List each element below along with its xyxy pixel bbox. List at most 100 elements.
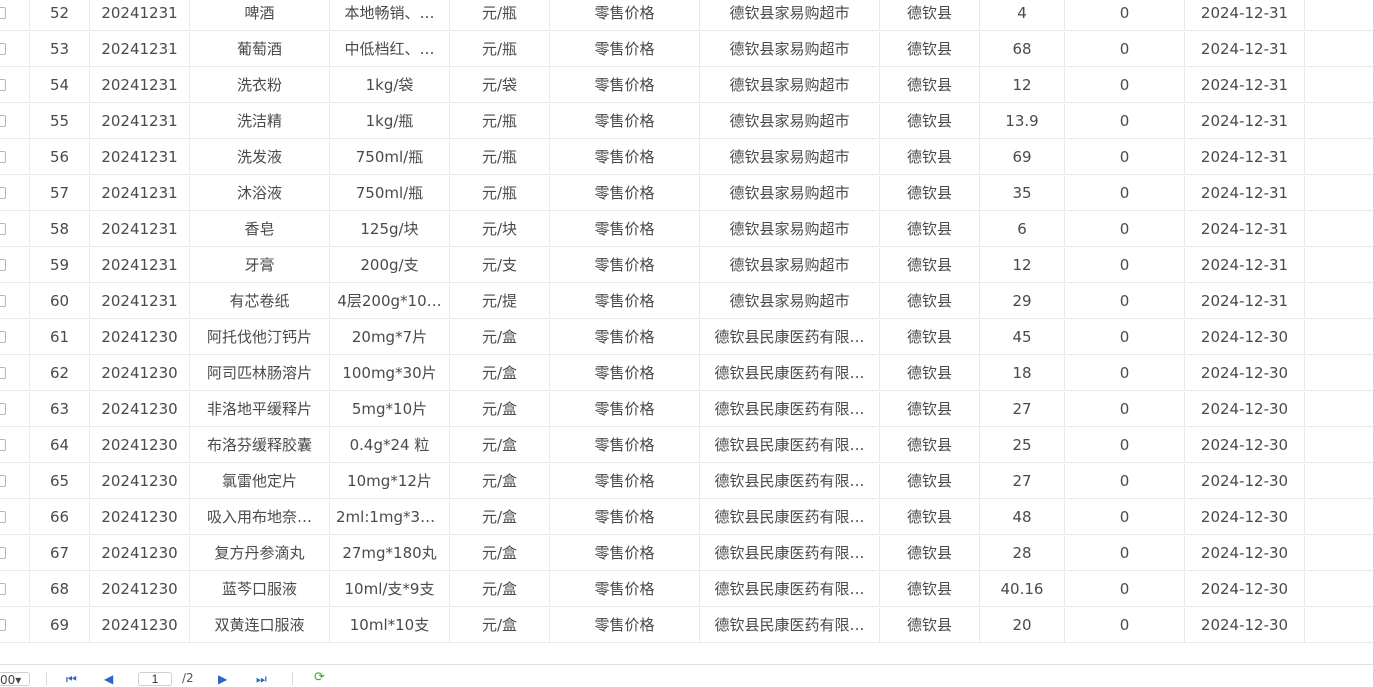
cell-no: 56 xyxy=(30,140,90,175)
table-row[interactable]: 60 20241231 有芯卷纸 4层200g*10… 元/提 零售价格 德钦县家易购超市德… xyxy=(0,284,1373,319)
row-checkbox[interactable] xyxy=(0,331,6,343)
table-row[interactable]: 65 20241230 氯雷他定片 10mg*12片 元/盒 零售价格 德钦县民康医药有限…… xyxy=(0,464,1373,499)
table-row[interactable]: 54 20241231 洗衣粉 1kg/袋 元/袋 零售价格 德钦县家易购超市 德钦县 12 0 2… xyxy=(0,68,1373,103)
cell-date: 20241230 xyxy=(90,536,190,571)
row-checkbox[interactable] xyxy=(0,223,6,235)
cell-price: 40.16 xyxy=(980,572,1065,607)
cell-no: 66 xyxy=(30,500,90,535)
row-select-cell xyxy=(0,68,30,103)
row-checkbox[interactable] xyxy=(0,583,6,595)
cell-type: 零售价格 xyxy=(550,0,700,31)
table-row[interactable]: 66 20241230 吸入用布地奈… 2ml:1mg*30… 元/盒 零售价格 德钦县民康… xyxy=(0,500,1373,535)
row-checkbox[interactable] xyxy=(0,79,6,91)
table-row[interactable]: 56 20241231 洗发液 750ml/瓶 元/瓶 零售价格 德钦县家易购超市 德钦县 69… xyxy=(0,140,1373,175)
row-select-cell xyxy=(0,0,30,31)
cell-date: 20241231 xyxy=(90,248,190,283)
row-checkbox[interactable] xyxy=(0,295,6,307)
table-row[interactable]: 57 20241231 沐浴液 750ml/瓶 元/瓶 零售价格 德钦县家易购超市 德钦县 35… xyxy=(0,176,1373,211)
cell-date: 20241230 xyxy=(90,500,190,535)
row-select-cell xyxy=(0,320,30,355)
table-row[interactable]: 69 20241230 双黄连口服液 10ml*10支 元/盒 零售价格 德钦县民康医药有限… xyxy=(0,608,1373,643)
row-checkbox[interactable] xyxy=(0,7,6,19)
row-checkbox[interactable] xyxy=(0,475,6,487)
cell-store: 德钦县民康医药有限… xyxy=(700,500,880,535)
cell-store: 德钦县民康医药有限… xyxy=(700,356,880,391)
table-row[interactable]: 55 20241231 洗洁精 1kg/瓶 元/瓶 零售价格 德钦县家易购超市 德钦县 13.9… xyxy=(0,104,1373,139)
cell-price: 29 xyxy=(980,284,1065,319)
row-checkbox[interactable] xyxy=(0,619,6,631)
table-row[interactable]: 62 20241230 阿司匹林肠溶片 100mg*30片 元/盒 零售价格 德钦县民康医药… xyxy=(0,356,1373,391)
table-row[interactable]: 63 20241230 非洛地平缓释片 5mg*10片 元/盒 零售价格 德钦县民康医药有限… xyxy=(0,392,1373,427)
pagination-bar: 00▾ ⏮ ◀ /2 ▶ ⏭ ⟳ xyxy=(0,664,1373,687)
cell-change: 0 xyxy=(1065,320,1185,355)
cell-type: 零售价格 xyxy=(550,248,700,283)
cell-name: 啤酒 xyxy=(190,0,330,31)
row-checkbox[interactable] xyxy=(0,439,6,451)
row-checkbox[interactable] xyxy=(0,259,6,271)
table-row[interactable]: 53 20241231 葡萄酒 中低档红、… 元/瓶 零售价格 德钦县家易购超市 德钦县 68 0… xyxy=(0,32,1373,67)
cell-price: 12 xyxy=(980,248,1065,283)
cell-type: 零售价格 xyxy=(550,356,700,391)
cell-unit: 元/瓶 xyxy=(450,140,550,175)
table-row[interactable]: 59 20241231 牙膏 200g/支 元/支 零售价格 德钦县家易购超市 德钦县 12 0 2… xyxy=(0,248,1373,283)
cell-no: 58 xyxy=(30,212,90,247)
cell-unit: 元/袋 xyxy=(450,68,550,103)
row-checkbox[interactable] xyxy=(0,367,6,379)
row-select-cell xyxy=(0,500,30,535)
last-page-icon[interactable]: ⏭ xyxy=(256,673,270,685)
row-checkbox[interactable] xyxy=(0,511,6,523)
row-checkbox[interactable] xyxy=(0,151,6,163)
cell-spec: 2ml:1mg*30… xyxy=(330,500,450,535)
cell-spec: 125g/块 xyxy=(330,212,450,247)
row-checkbox[interactable] xyxy=(0,43,6,55)
cell-no: 57 xyxy=(30,176,90,211)
cell-date: 20241231 xyxy=(90,68,190,103)
cell-name: 葡萄酒 xyxy=(190,32,330,67)
row-checkbox[interactable] xyxy=(0,115,6,127)
cell-date: 20241230 xyxy=(90,320,190,355)
prev-page-icon[interactable]: ◀ xyxy=(104,673,118,685)
cell-change: 0 xyxy=(1065,140,1185,175)
cell-name: 复方丹参滴丸 xyxy=(190,536,330,571)
cell-no: 54 xyxy=(30,68,90,103)
row-checkbox[interactable] xyxy=(0,187,6,199)
cell-price: 28 xyxy=(980,536,1065,571)
table-row[interactable]: 52 20241231 啤酒 本地畅销、… 元/瓶 零售价格 德钦县家易购超市 德钦县 4 0 20… xyxy=(0,0,1373,31)
row-select-cell xyxy=(0,104,30,139)
refresh-icon[interactable]: ⟳ xyxy=(314,671,328,685)
cell-no: 62 xyxy=(30,356,90,391)
first-page-icon[interactable]: ⏮ xyxy=(66,673,80,685)
cell-county: 德钦县 xyxy=(880,464,980,499)
cell-name: 双黄连口服液 xyxy=(190,608,330,643)
cell-change: 0 xyxy=(1065,500,1185,535)
cell-day: 2024-12-30 xyxy=(1185,428,1305,463)
row-checkbox[interactable] xyxy=(0,547,6,559)
cell-county: 德钦县 xyxy=(880,500,980,535)
table-row[interactable]: 67 20241230 复方丹参滴丸 27mg*180丸 元/盒 零售价格 德钦县民康医药有… xyxy=(0,536,1373,571)
cell-type: 零售价格 xyxy=(550,392,700,427)
cell-price: 20 xyxy=(980,608,1065,643)
row-select-cell xyxy=(0,32,30,67)
next-page-icon[interactable]: ▶ xyxy=(218,673,232,685)
cell-price: 27 xyxy=(980,392,1065,427)
cell-type: 零售价格 xyxy=(550,68,700,103)
cell-spec: 750ml/瓶 xyxy=(330,176,450,211)
table-row[interactable]: 61 20241230 阿托伐他汀钙片 20mg*7片 元/盒 零售价格 德钦县民康医药有限… xyxy=(0,320,1373,355)
cell-store: 德钦县家易购超市 xyxy=(700,212,880,247)
cell-price: 6 xyxy=(980,212,1065,247)
cell-change: 0 xyxy=(1065,536,1185,571)
cell-no: 67 xyxy=(30,536,90,571)
table-row[interactable]: 58 20241231 香皂 125g/块 元/块 零售价格 德钦县家易购超市 德钦县 6 0 20… xyxy=(0,212,1373,247)
row-checkbox[interactable] xyxy=(0,403,6,415)
cell-store: 德钦县民康医药有限… xyxy=(700,428,880,463)
cell-day: 2024-12-31 xyxy=(1185,176,1305,211)
table-row[interactable]: 68 20241230 蓝芩口服液 10ml/支*9支 元/盒 零售价格 德钦县民康医药有限… xyxy=(0,572,1373,607)
cell-name: 吸入用布地奈… xyxy=(190,500,330,535)
table-row[interactable]: 64 20241230 布洛芬缓释胶囊 0.4g*24 粒元/盒 零售价格 德钦县民康医药… xyxy=(0,428,1373,463)
cell-county: 德钦县 xyxy=(880,392,980,427)
cell-date: 20241230 xyxy=(90,464,190,499)
cell-change: 0 xyxy=(1065,284,1185,319)
cell-price: 68 xyxy=(980,32,1065,67)
cell-store: 德钦县家易购超市 xyxy=(700,176,880,211)
cell-unit: 元/提 xyxy=(450,284,550,319)
